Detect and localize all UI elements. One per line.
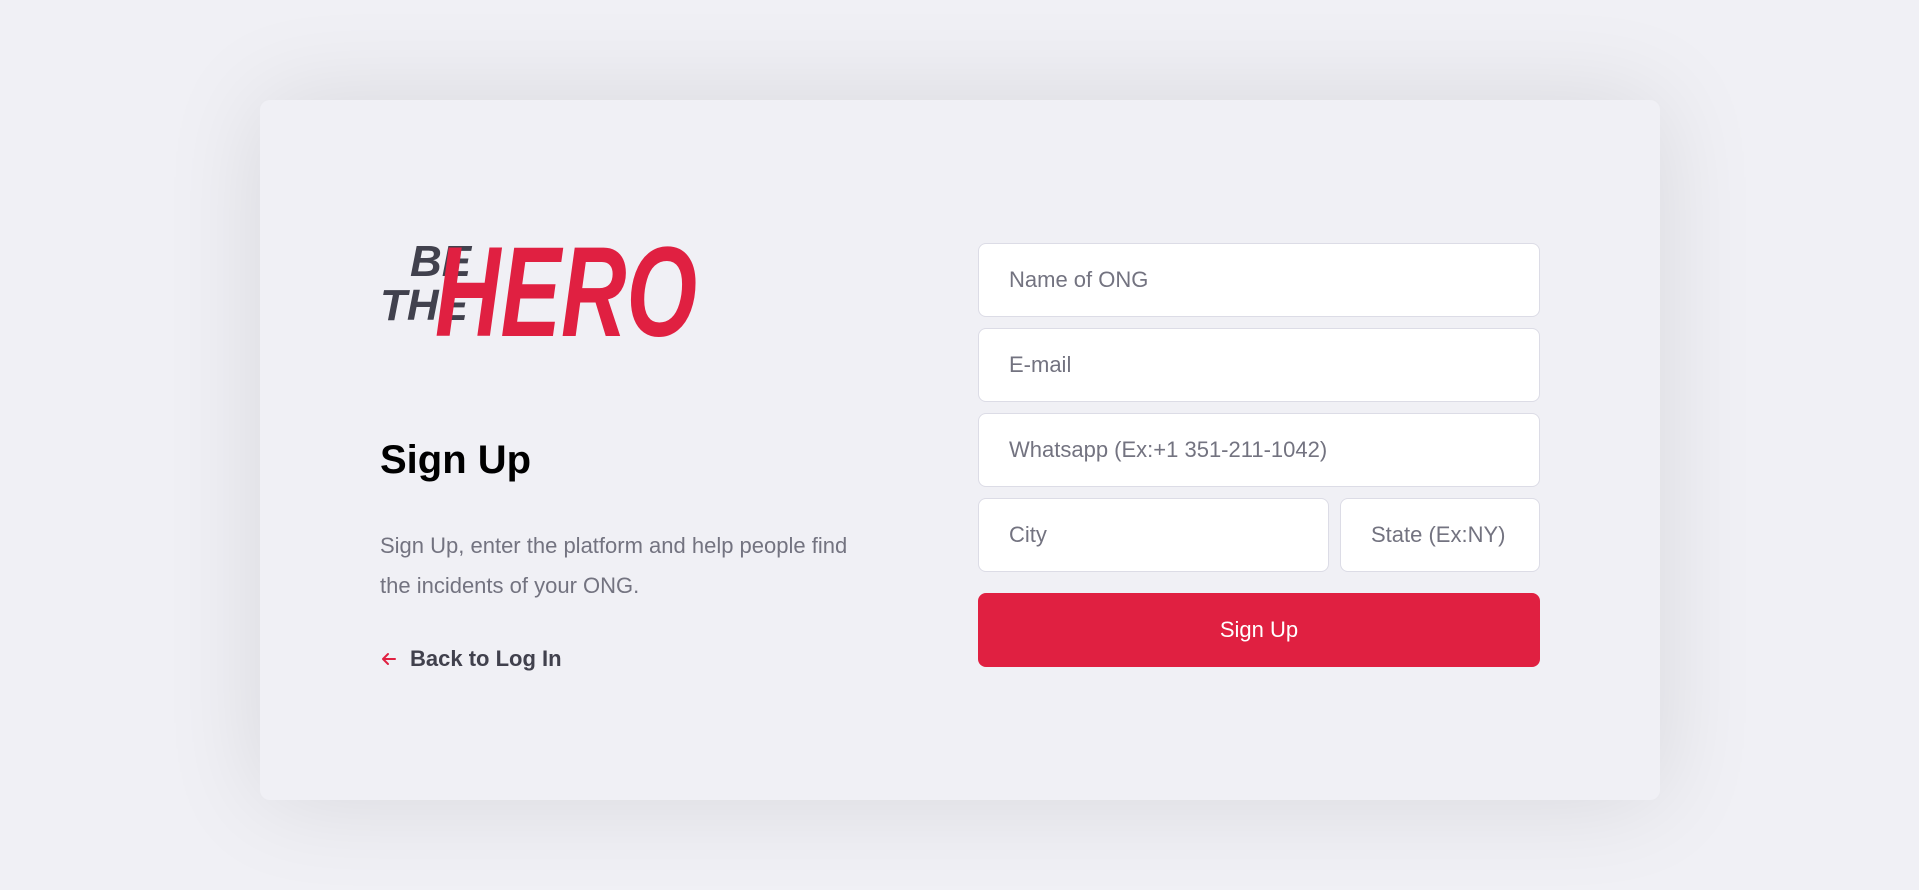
page-title: Sign Up	[380, 438, 532, 482]
signup-form: Sign Up	[978, 243, 1540, 667]
back-to-login-label: Back to Log In	[410, 646, 562, 671]
state-input[interactable]	[1340, 498, 1540, 572]
whatsapp-input[interactable]	[978, 413, 1540, 487]
svg-text:HERO: HERO	[435, 221, 697, 358]
arrow-left-icon	[380, 650, 398, 668]
back-to-login-link[interactable]: Back to Log In	[380, 646, 880, 672]
sign-up-button[interactable]: Sign Up	[978, 593, 1540, 667]
signup-card: BE THE HERO Sign Up Sign Up, enter the p…	[260, 100, 1660, 800]
intro-section: BE THE HERO Sign Up Sign Up, enter the p…	[380, 218, 880, 672]
city-input[interactable]	[978, 498, 1329, 572]
location-row	[978, 498, 1540, 583]
page-description: Sign Up, enter the platform and help peo…	[380, 533, 848, 598]
be-the-hero-logo: BE THE HERO	[380, 221, 697, 358]
email-input[interactable]	[978, 328, 1540, 402]
ong-name-input[interactable]	[978, 243, 1540, 317]
